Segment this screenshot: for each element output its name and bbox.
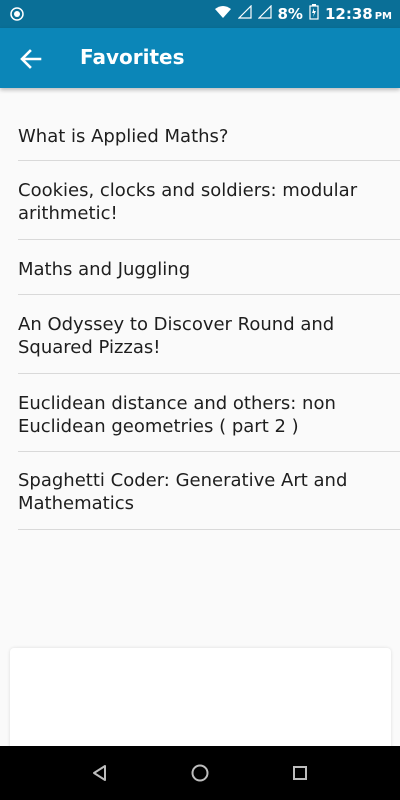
list-item-title: Maths and Juggling <box>18 259 191 280</box>
list-item[interactable]: An Odyssey to Discover Round and Squared… <box>18 295 400 374</box>
ad-card <box>10 648 391 758</box>
square-recents-icon <box>293 766 307 780</box>
navigation-bar <box>0 746 400 800</box>
battery-percent: 8% <box>277 5 303 23</box>
list-item[interactable]: Spaghetti Coder: Generative Art and Math… <box>18 452 400 530</box>
list-item-title: Spaghetti Coder: Generative Art and Math… <box>18 470 348 514</box>
circle-home-icon <box>191 764 209 782</box>
list-item[interactable]: Cookies, clocks and soldiers: modular ar… <box>18 161 400 240</box>
list-item-title: Cookies, clocks and soldiers: modular ar… <box>18 180 358 224</box>
list-item-title: An Odyssey to Discover Round and Squared… <box>18 314 335 358</box>
signal-icon <box>237 4 252 23</box>
signal-icon-2 <box>257 4 272 23</box>
list-item[interactable]: Euclidean distance and others: non Eucli… <box>18 374 400 452</box>
wifi-icon <box>214 5 232 23</box>
clock-ampm: PM <box>374 11 392 22</box>
arrow-left-icon <box>20 49 42 69</box>
nav-back-button[interactable] <box>90 763 110 787</box>
list-item[interactable]: What is Applied Maths? <box>18 104 400 161</box>
back-button[interactable] <box>18 46 44 72</box>
list-item[interactable]: Maths and Juggling <box>18 240 400 295</box>
list-item-title: Euclidean distance and others: non Eucli… <box>18 393 336 437</box>
triangle-back-icon <box>93 765 106 781</box>
nav-recents-button[interactable] <box>290 763 310 787</box>
page-title: Favorites <box>80 45 185 69</box>
app-bar: Favorites <box>0 28 400 88</box>
list-item-title: What is Applied Maths? <box>18 126 229 147</box>
clock-time: 12:38 <box>324 5 373 23</box>
status-bar: 8% 12:38 PM <box>0 0 400 28</box>
nav-home-button[interactable] <box>190 763 210 787</box>
favorites-list: What is Applied Maths? Cookies, clocks a… <box>0 104 400 530</box>
notification-icon <box>10 6 24 25</box>
battery-icon <box>309 4 319 24</box>
